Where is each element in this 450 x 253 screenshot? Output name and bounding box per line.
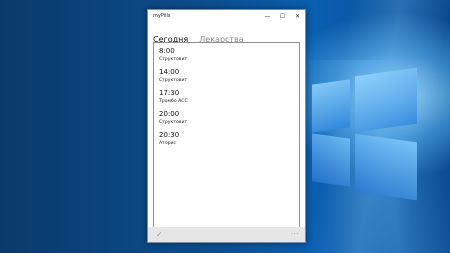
windows-logo-pane	[312, 79, 350, 133]
maximize-icon[interactable]: ☐	[278, 12, 287, 21]
drug-name: Тромбо АСС	[159, 99, 188, 104]
app-window: myPills — ☐ ✕ Сегодня Лекарства 8:00 Стр…	[147, 9, 306, 243]
minimize-icon[interactable]: —	[263, 12, 272, 21]
checkmark-icon[interactable]: ✓	[156, 229, 163, 240]
dose-time: 17:30	[159, 89, 180, 97]
dose-time: 20:00	[159, 110, 180, 118]
dose-time: 20:30	[159, 131, 180, 139]
list-item[interactable]: 20:30 Аторис	[159, 131, 179, 147]
windows-logo-pane	[355, 67, 417, 133]
windows-logo-pane	[355, 133, 417, 201]
drug-name: Структовит	[159, 57, 188, 62]
windows-logo-pane	[312, 133, 350, 187]
list-item[interactable]: 14:00 Структовит	[159, 68, 187, 84]
close-icon[interactable]: ✕	[293, 12, 302, 21]
drug-name: Структовит	[159, 120, 188, 125]
schedule-list[interactable]: 8:00 Структовит 14:00 Структовит 17:30 Т…	[153, 42, 300, 228]
app-bar: ✓ ...	[148, 227, 305, 242]
pivot-tabs: Сегодня Лекарства	[153, 27, 250, 44]
drug-name: Структовит	[159, 78, 188, 83]
drug-name: Аторис	[159, 141, 177, 146]
more-options-icon[interactable]: ...	[291, 227, 299, 238]
dose-time: 8:00	[159, 47, 175, 55]
window-title: myPills	[153, 13, 171, 19]
dose-time: 14:00	[159, 68, 180, 76]
list-item[interactable]: 8:00 Структовит	[159, 47, 187, 63]
list-item[interactable]: 17:30 Тромбо АСС	[159, 89, 188, 105]
list-item[interactable]: 20:00 Структовит	[159, 110, 187, 126]
title-bar[interactable]: myPills — ☐ ✕	[148, 10, 305, 25]
